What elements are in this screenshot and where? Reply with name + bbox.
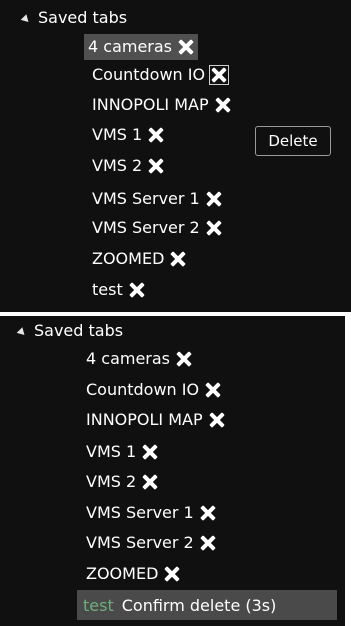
confirm-delete-button[interactable]: Confirm delete (3s)	[122, 596, 277, 615]
saved-tab-item[interactable]: INNOPOLI MAP	[86, 407, 225, 433]
saved-tabs-header[interactable]: Saved tabs	[20, 8, 128, 28]
saved-tabs-title: Saved tabs	[34, 321, 124, 340]
delete-icon[interactable]	[209, 412, 225, 428]
saved-tab-item[interactable]: ZOOMED	[92, 246, 186, 272]
saved-tab-label: VMS Server 2	[92, 218, 200, 237]
delete-icon[interactable]	[206, 191, 222, 207]
expand-triangle-icon[interactable]	[20, 13, 32, 25]
saved-tab-item[interactable]: VMS Server 2	[86, 530, 216, 556]
saved-tabs-header[interactable]: Saved tabs	[16, 321, 124, 341]
saved-tab-label: VMS 1	[86, 442, 137, 461]
saved-tabs-panel: Saved tabs 4 cameras Countdown IO INNOPO…	[0, 0, 351, 312]
saved-tab-label: INNOPOLI MAP	[92, 95, 209, 114]
saved-tab-label: ZOOMED	[92, 249, 165, 268]
saved-tab-item[interactable]: Countdown IO	[86, 377, 221, 403]
delete-icon[interactable]	[148, 158, 164, 174]
saved-tab-item[interactable]: INNOPOLI MAP	[92, 92, 231, 118]
delete-icon[interactable]	[205, 382, 221, 398]
saved-tab-item[interactable]: 4 cameras	[86, 346, 192, 372]
saved-tab-item[interactable]: test	[92, 277, 145, 303]
saved-tab-item[interactable]: VMS 1	[92, 122, 164, 148]
saved-tab-label: INNOPOLI MAP	[86, 410, 203, 429]
saved-tab-item[interactable]: ZOOMED	[86, 561, 180, 587]
saved-tab-item[interactable]: Countdown IO	[92, 62, 230, 88]
saved-tab-label: VMS Server 2	[86, 533, 194, 552]
saved-tabs-panel-confirm: Saved tabs 4 cameras Countdown IO INNOPO…	[0, 316, 345, 626]
expand-triangle-icon[interactable]	[16, 326, 28, 338]
saved-tab-item[interactable]: VMS Server 1	[86, 500, 216, 526]
delete-icon[interactable]	[178, 39, 194, 55]
delete-icon[interactable]	[164, 566, 180, 582]
saved-tab-label: VMS 2	[86, 472, 137, 491]
delete-icon[interactable]	[215, 97, 231, 113]
delete-icon[interactable]	[200, 535, 216, 551]
saved-tab-item[interactable]: VMS Server 1	[92, 186, 222, 212]
saved-tab-label: VMS 1	[92, 125, 143, 144]
saved-tab-item[interactable]: 4 cameras	[84, 34, 199, 60]
delete-icon[interactable]	[142, 444, 158, 460]
saved-tab-label: Countdown IO	[92, 65, 206, 84]
saved-tab-label: Countdown IO	[86, 380, 200, 399]
saved-tab-label: 4 cameras	[86, 349, 171, 368]
saved-tab-item[interactable]: VMS 1	[86, 439, 158, 465]
confirm-delete-row[interactable]: test Confirm delete (3s)	[77, 590, 337, 620]
saved-tab-label: VMS Server 1	[92, 189, 200, 208]
delete-icon[interactable]	[142, 474, 158, 490]
delete-icon[interactable]	[209, 65, 230, 85]
saved-tab-label: 4 cameras	[88, 37, 173, 56]
saved-tab-item[interactable]: VMS 2	[86, 469, 158, 495]
delete-icon[interactable]	[176, 351, 192, 367]
delete-tooltip: Delete	[255, 126, 331, 156]
delete-icon[interactable]	[206, 220, 222, 236]
pending-delete-label: test	[83, 595, 114, 615]
delete-icon[interactable]	[200, 505, 216, 521]
saved-tab-item[interactable]: VMS 2	[92, 153, 164, 179]
saved-tab-label: VMS Server 1	[86, 503, 194, 522]
saved-tabs-title: Saved tabs	[38, 8, 128, 27]
delete-icon[interactable]	[170, 251, 186, 267]
saved-tab-label: test	[92, 280, 123, 299]
delete-icon[interactable]	[148, 127, 164, 143]
saved-tab-label: VMS 2	[92, 156, 143, 175]
delete-icon[interactable]	[129, 282, 145, 298]
saved-tab-label: ZOOMED	[86, 564, 159, 583]
saved-tab-item[interactable]: VMS Server 2	[92, 215, 222, 241]
